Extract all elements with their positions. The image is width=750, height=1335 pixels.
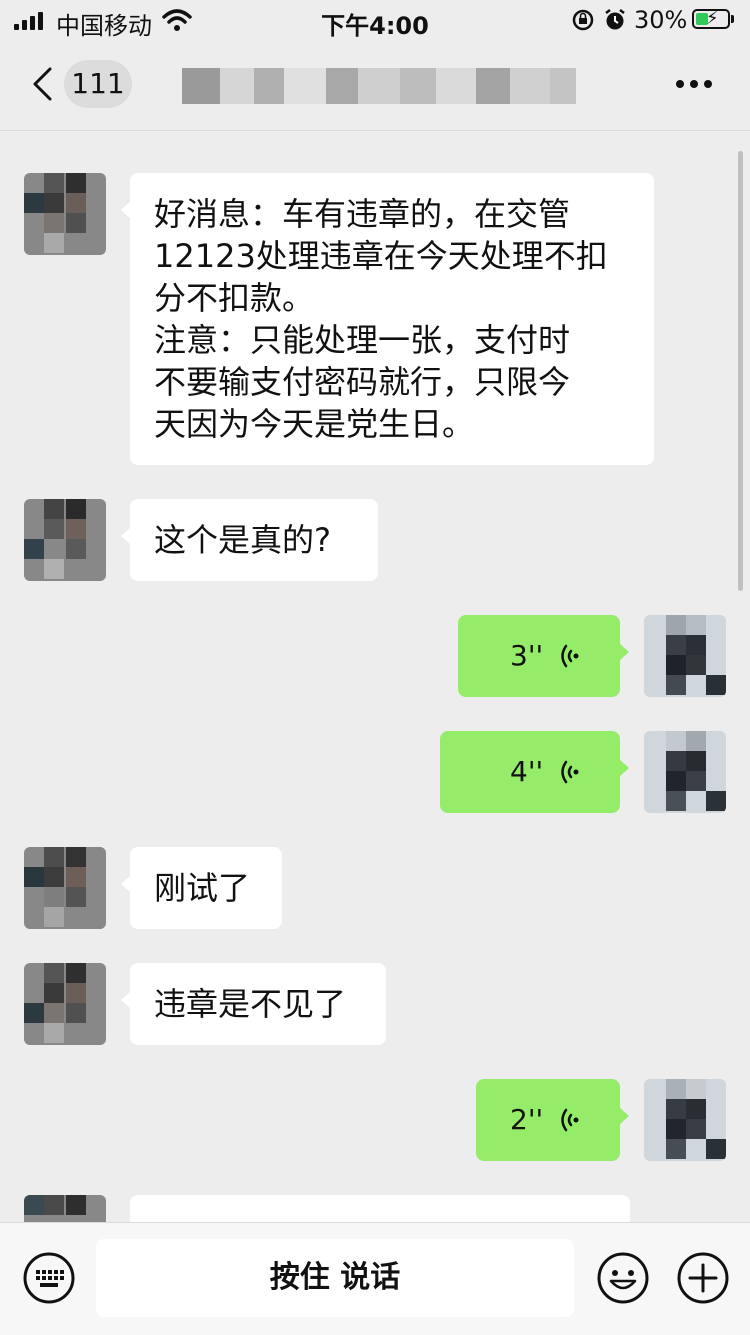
voice-wave-icon (561, 644, 579, 668)
voice-duration: 2'' (510, 1103, 544, 1136)
voice-duration: 4'' (510, 755, 544, 788)
keyboard-icon[interactable] (22, 1251, 76, 1305)
message-bubble[interactable]: 好消息：车有违章的，在交管 12123处理违章在今天处理不扣 分不扣款。 注意：… (121, 173, 654, 465)
my-avatar[interactable] (644, 1079, 726, 1161)
chat-header: 111 (0, 40, 750, 131)
voice-message[interactable]: 3'' (458, 615, 629, 697)
voice-wave-icon (561, 1108, 579, 1132)
message-bubble-partial[interactable] (130, 1195, 630, 1222)
message-list[interactable]: 好消息：车有违章的，在交管 12123处理违章在今天处理不扣 分不扣款。 注意：… (0, 131, 750, 1222)
my-avatar[interactable] (644, 731, 726, 813)
scrollbar[interactable] (738, 151, 743, 591)
contact-avatar[interactable] (24, 963, 106, 1045)
status-bar: 中国移动 下午4:00 30% ⚡ (0, 0, 750, 40)
more-icon[interactable] (676, 80, 716, 90)
hold-to-talk-button[interactable]: 按住 说话 (96, 1239, 574, 1317)
alarm-icon (605, 9, 625, 30)
battery-icon: ⚡ (692, 9, 730, 29)
emoji-icon[interactable] (596, 1251, 650, 1305)
unread-count-badge[interactable]: 111 (64, 60, 132, 108)
voice-wave-icon (561, 760, 579, 784)
battery-cap (731, 15, 734, 23)
message-bubble[interactable]: 刚试了 (121, 847, 282, 929)
voice-duration: 3'' (510, 639, 544, 672)
contact-avatar[interactable] (24, 499, 106, 581)
voice-message[interactable]: 4'' (440, 731, 629, 813)
voice-message[interactable]: 2'' (476, 1079, 629, 1161)
contact-avatar[interactable] (24, 173, 106, 255)
orientation-lock-icon (572, 9, 594, 31)
input-bar: 按住 说话 (0, 1222, 750, 1335)
contact-avatar[interactable] (24, 847, 106, 929)
message-bubble[interactable]: 违章是不见了 (121, 963, 386, 1045)
battery-percent: 30% (634, 6, 688, 34)
contact-avatar[interactable] (24, 1195, 106, 1222)
plus-icon[interactable] (676, 1251, 730, 1305)
my-avatar[interactable] (644, 615, 726, 697)
message-bubble[interactable]: 这个是真的? (121, 499, 378, 581)
chat-title-pixelated (182, 68, 576, 104)
chevron-left-icon[interactable] (30, 66, 56, 102)
